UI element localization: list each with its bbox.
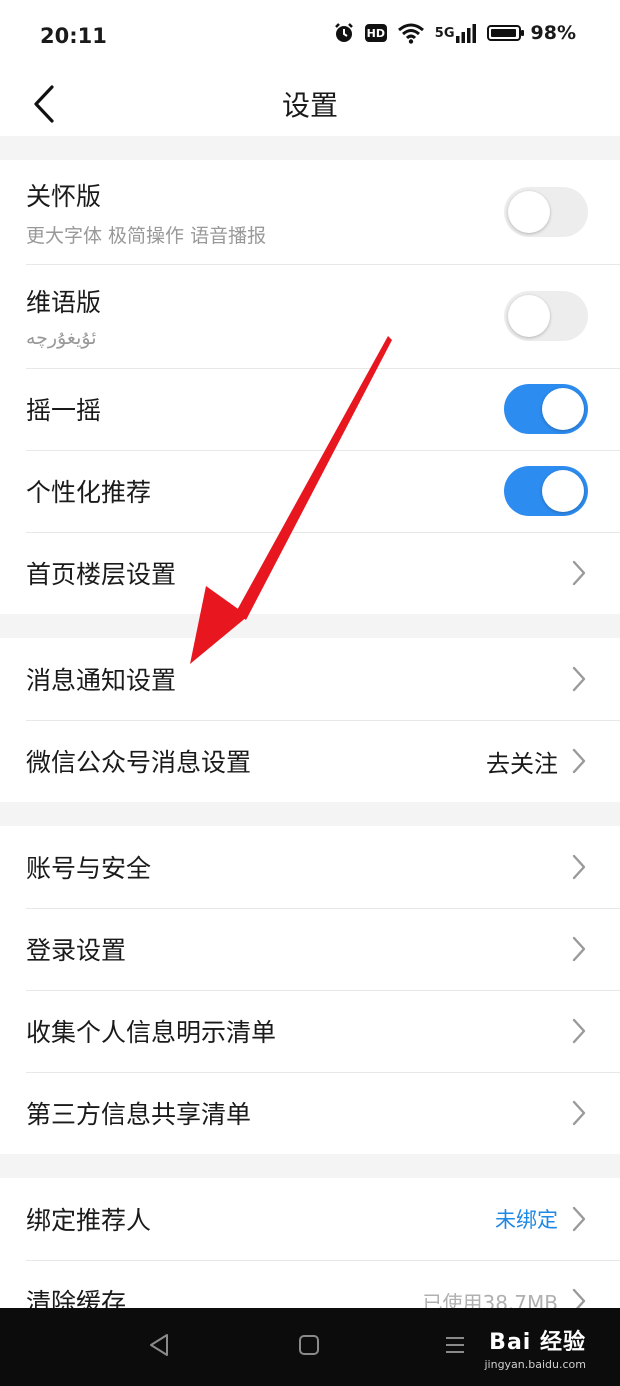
menu-lines-icon <box>443 1333 467 1361</box>
row-text: 收集个人信息明示清单 <box>26 1013 570 1049</box>
settings-group-display: 关怀版 更大字体 极简操作 语音播报 维语版 ئۇيغۇرچە 摇一摇 个性化推… <box>0 160 620 614</box>
row-text: 消息通知设置 <box>26 661 570 697</box>
baidu-jingyan-watermark: Bai 经验 jingyan.baidu.com <box>484 1324 586 1371</box>
section-gap <box>0 1154 620 1178</box>
section-gap <box>0 136 620 160</box>
shake-toggle[interactable] <box>504 384 588 434</box>
chevron-right-icon <box>570 1287 588 1308</box>
row-wechat-official-account[interactable]: 微信公众号消息设置 去关注 <box>0 720 620 802</box>
row-text: 摇一摇 <box>26 391 504 427</box>
row-text: 维语版 ئۇيغۇرچە <box>26 283 504 349</box>
chevron-right-icon <box>570 935 588 963</box>
battery-fill <box>490 29 516 37</box>
row-personal-info-list[interactable]: 收集个人信息明示清单 <box>0 990 620 1072</box>
chevron-left-icon <box>33 85 55 127</box>
row-label: 首页楼层设置 <box>26 560 177 589</box>
row-value: 未绑定 <box>495 1208 558 1232</box>
row-text: 第三方信息共享清单 <box>26 1095 570 1131</box>
nav-menu-button[interactable] <box>440 1332 470 1362</box>
row-label: 个性化推荐 <box>26 478 152 507</box>
square-home-icon <box>297 1333 321 1361</box>
back-button[interactable] <box>14 76 74 136</box>
settings-group-account: 账号与安全 登录设置 收集个人信息明示清单 第三方信息共享清单 <box>0 826 620 1154</box>
chevron-right-icon <box>570 853 588 881</box>
row-label: 登录设置 <box>26 936 127 965</box>
network-type: 5G <box>434 25 455 41</box>
row-text: 微信公众号消息设置 <box>26 743 486 779</box>
row-personalized-recommend[interactable]: 个性化推荐 <box>0 450 620 532</box>
row-text: 登录设置 <box>26 931 570 967</box>
row-clear-cache[interactable]: 清除缓存 已使用38.7MB <box>0 1260 620 1308</box>
care-mode-toggle[interactable] <box>504 187 588 237</box>
chevron-right-icon <box>570 1205 588 1233</box>
nav-bar: 设置 <box>0 76 620 136</box>
row-shake[interactable]: 摇一摇 <box>0 368 620 450</box>
status-bar: 20:11 HD 5G 98% <box>0 0 620 76</box>
battery-percent: 98% <box>530 22 576 44</box>
row-subtitle: ئۇيغۇرچە <box>26 327 97 349</box>
settings-group-other: 绑定推荐人 未绑定 清除缓存 已使用38.7MB <box>0 1178 620 1308</box>
chevron-right-icon <box>570 665 588 693</box>
row-login-settings[interactable]: 登录设置 <box>0 908 620 990</box>
row-label: 收集个人信息明示清单 <box>26 1018 277 1047</box>
triangle-back-icon <box>147 1332 171 1362</box>
watermark-title: Bai 经验 <box>489 1330 586 1355</box>
section-gap <box>0 614 620 638</box>
row-label: 摇一摇 <box>26 396 102 425</box>
row-bind-referrer[interactable]: 绑定推荐人 未绑定 <box>0 1178 620 1260</box>
chevron-right-icon <box>570 1099 588 1127</box>
row-third-party-sharing-list[interactable]: 第三方信息共享清单 <box>0 1072 620 1154</box>
section-gap <box>0 802 620 826</box>
wifi-icon <box>397 22 425 44</box>
hd-badge: HD <box>364 24 387 42</box>
status-time: 20:11 <box>40 24 107 48</box>
row-account-security[interactable]: 账号与安全 <box>0 826 620 908</box>
uyghur-mode-toggle[interactable] <box>504 291 588 341</box>
toggle-knob <box>508 295 550 337</box>
row-label: 第三方信息共享清单 <box>26 1100 252 1129</box>
row-value: 已使用38.7MB <box>422 1290 558 1309</box>
row-label: 维语版 <box>26 288 102 317</box>
row-text: 清除缓存 <box>26 1283 422 1308</box>
row-value: 去关注 <box>486 749 558 778</box>
signal-icon: 5G <box>435 22 477 44</box>
system-nav-bar: Bai 经验 jingyan.baidu.com <box>0 1308 620 1386</box>
chevron-right-icon <box>570 1017 588 1045</box>
row-uyghur-mode[interactable]: 维语版 ئۇيغۇرچە <box>0 264 620 368</box>
row-care-mode[interactable]: 关怀版 更大字体 极简操作 语音播报 <box>0 160 620 264</box>
row-subtitle: 更大字体 极简操作 语音播报 <box>26 224 267 247</box>
toggle-knob <box>508 191 550 233</box>
chevron-right-icon <box>570 559 588 587</box>
row-home-floor-settings[interactable]: 首页楼层设置 <box>0 532 620 614</box>
settings-list: 关怀版 更大字体 极简操作 语音播报 维语版 ئۇيغۇرچە 摇一摇 个性化推… <box>0 136 620 1308</box>
row-label: 微信公众号消息设置 <box>26 748 252 777</box>
page-title: 设置 <box>281 89 338 122</box>
nav-home-button[interactable] <box>294 1332 324 1362</box>
row-label: 账号与安全 <box>26 854 152 883</box>
row-text: 关怀版 更大字体 极简操作 语音播报 <box>26 177 504 248</box>
row-label: 关怀版 <box>26 181 102 211</box>
row-text: 账号与安全 <box>26 849 570 885</box>
alarm-icon <box>333 22 355 44</box>
row-text: 绑定推荐人 <box>26 1201 495 1237</box>
watermark-url: jingyan.baidu.com <box>484 1358 586 1371</box>
toggle-knob <box>542 470 584 512</box>
status-icons: HD 5G 98% <box>333 22 576 44</box>
personalized-recommend-toggle[interactable] <box>504 466 588 516</box>
nav-back-button[interactable] <box>144 1332 174 1362</box>
battery-icon <box>486 25 524 41</box>
row-message-notification-settings[interactable]: 消息通知设置 <box>0 638 620 720</box>
row-text: 个性化推荐 <box>26 473 504 509</box>
chevron-right-icon <box>570 747 588 775</box>
settings-group-notifications: 消息通知设置 微信公众号消息设置 去关注 <box>0 638 620 802</box>
row-label: 消息通知设置 <box>26 666 177 695</box>
toggle-knob <box>542 388 584 430</box>
row-text: 首页楼层设置 <box>26 555 570 591</box>
row-label: 清除缓存 <box>26 1288 127 1308</box>
row-label: 绑定推荐人 <box>26 1206 152 1235</box>
